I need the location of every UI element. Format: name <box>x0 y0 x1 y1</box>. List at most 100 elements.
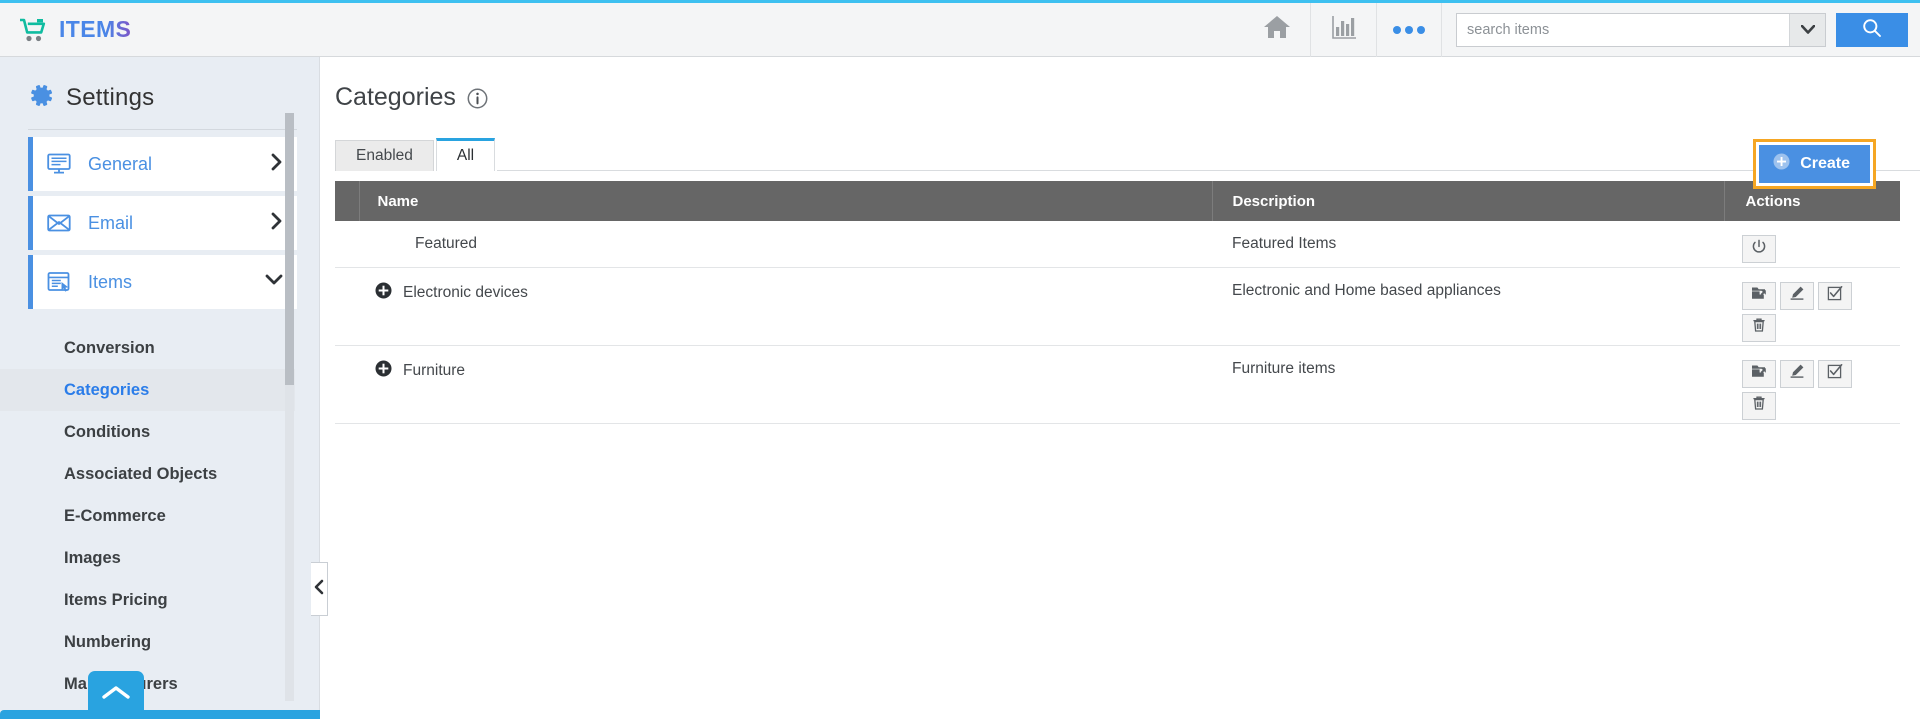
chevron-up-icon <box>101 685 131 706</box>
create-button-highlight: Create <box>1753 139 1876 189</box>
category-description: Featured Items <box>1232 235 1337 252</box>
sidebar-item-label: General <box>88 153 153 174</box>
sidebar-item-items-pricing[interactable]: Items Pricing <box>0 579 295 621</box>
trash-icon <box>1751 317 1767 338</box>
brand-title: ITEMS <box>59 16 132 42</box>
edit-category-button[interactable] <box>1780 281 1814 310</box>
row-actions-cell <box>1724 345 1900 424</box>
sidebar-collapse-button[interactable] <box>311 562 328 616</box>
sidebar-item-email[interactable]: Email <box>28 196 297 250</box>
edit-pencil-icon <box>1789 363 1805 384</box>
app-root: ITEMS search items Settings General Emai… <box>0 0 1920 719</box>
sidebar-subitem-label: Numbering <box>64 632 152 651</box>
tab-bar: Enabled All <box>335 138 1920 171</box>
search-input[interactable] <box>1457 13 1789 46</box>
sidebar-subitem-label: Associated Objects <box>64 464 218 483</box>
row-name-cell: Furniture <box>359 345 1212 424</box>
home-button[interactable] <box>1244 3 1310 57</box>
sidebar-item-manufacturers[interactable]: Manufacturers <box>0 663 295 705</box>
sidebar-subitem-label: Images <box>64 548 121 567</box>
row-description-cell: Electronic and Home based appliances <box>1212 267 1724 346</box>
sidebar-nav: General Email Items <box>0 130 319 309</box>
more-dots-icon <box>1393 25 1425 34</box>
category-name: Furniture <box>403 361 466 379</box>
category-description: Electronic and Home based appliances <box>1232 281 1501 299</box>
row-actions-cell <box>1724 221 1900 268</box>
app-header: ITEMS <box>0 2 1920 57</box>
power-icon <box>1751 239 1767 260</box>
plus-circle-icon <box>1773 153 1790 175</box>
table-header-spacer <box>335 181 360 221</box>
sidebar-subitem-label: E-Commerce <box>64 506 166 525</box>
create-button-label: Create <box>1800 155 1850 172</box>
header-icon-group <box>1244 2 1442 57</box>
table-body: Featured Featured Items Electronic devic… <box>335 221 1900 424</box>
expand-row-plus-circle-icon[interactable] <box>375 360 392 382</box>
main-content: Categories Enabled All Name Description … <box>320 57 1920 719</box>
table-head: Name Description Actions <box>335 181 1900 221</box>
row-description-cell: Featured Items <box>1212 221 1724 268</box>
monitor-icon <box>47 153 77 175</box>
delete-category-button[interactable] <box>1742 313 1776 342</box>
sidebar-item-associated-objects[interactable]: Associated Objects <box>0 453 295 495</box>
search-area <box>1442 3 1920 57</box>
row-spacer-cell <box>335 345 359 424</box>
bar-chart-icon <box>1330 13 1358 46</box>
move-category-button[interactable] <box>1742 359 1776 388</box>
chevron-right-icon <box>271 153 283 176</box>
info-icon[interactable] <box>467 88 488 114</box>
expand-row-plus-circle-icon[interactable] <box>375 282 392 304</box>
row-name-cell: Electronic devices <box>359 267 1212 346</box>
row-spacer-cell <box>335 221 359 268</box>
sidebar-item-conversion[interactable]: Conversion <box>0 327 295 369</box>
sidebar-item-general[interactable]: General <box>28 137 297 191</box>
window-cursor-icon <box>47 271 77 293</box>
search-submit-button[interactable] <box>1836 12 1908 47</box>
categories-table: Name Description Actions Featured Featur… <box>335 181 1900 424</box>
sidebar-scrollbar-thumb[interactable] <box>285 113 294 385</box>
create-button[interactable]: Create <box>1759 145 1870 183</box>
edit-category-button[interactable] <box>1780 359 1814 388</box>
more-menu-button[interactable] <box>1376 2 1442 57</box>
sidebar-item-images[interactable]: Images <box>0 537 295 579</box>
page-title: Categories <box>335 83 456 111</box>
sidebar-subnav: Conversion Categories Conditions Associa… <box>0 314 319 705</box>
sidebar-item-items[interactable]: Items <box>28 255 297 309</box>
row-actions-cell <box>1724 267 1900 346</box>
reports-button[interactable] <box>1310 2 1376 57</box>
gear-icon <box>28 82 54 113</box>
move-folder-icon <box>1751 363 1767 384</box>
chevron-left-icon <box>314 579 324 600</box>
table-header-row: Name Description Actions <box>335 181 1900 221</box>
chevron-down-icon <box>265 273 283 291</box>
envelope-icon <box>47 213 77 233</box>
tab-bar-filler <box>497 138 1920 171</box>
chevron-right-icon <box>271 212 283 235</box>
search-scope-dropdown[interactable] <box>1789 13 1825 46</box>
category-name: Featured <box>415 235 478 252</box>
main-inner: Categories Enabled All Name Description … <box>320 57 1920 424</box>
tab-enabled[interactable]: Enabled <box>335 140 434 171</box>
row-name-cell: Featured <box>359 221 1212 268</box>
delete-category-button[interactable] <box>1742 391 1776 420</box>
sidebar-item-categories[interactable]: Categories <box>0 369 295 411</box>
brand[interactable]: ITEMS <box>0 16 131 43</box>
sidebar-header: Settings <box>0 57 319 129</box>
sidebar-scrollbar[interactable] <box>285 113 294 701</box>
select-category-button[interactable] <box>1818 281 1852 310</box>
search-box <box>1456 12 1826 47</box>
sidebar-subitem-label: Conversion <box>64 338 155 357</box>
sidebar-item-conditions[interactable]: Conditions <box>0 411 295 453</box>
sidebar-subitem-label: Categories <box>64 380 150 399</box>
table-header-description[interactable]: Description <box>1212 181 1725 221</box>
sidebar-item-numbering[interactable]: Numbering <box>0 621 295 663</box>
sidebar-title: Settings <box>66 83 155 111</box>
move-folder-icon <box>1751 285 1767 306</box>
toggle-power-button[interactable] <box>1742 235 1776 263</box>
move-category-button[interactable] <box>1742 281 1776 310</box>
sidebar-item-e-commerce[interactable]: E-Commerce <box>0 495 295 537</box>
table-header-name[interactable]: Name <box>359 181 1213 221</box>
tab-all[interactable]: All <box>435 138 496 171</box>
table-row: Featured Featured Items <box>335 221 1900 268</box>
select-category-button[interactable] <box>1818 359 1852 388</box>
